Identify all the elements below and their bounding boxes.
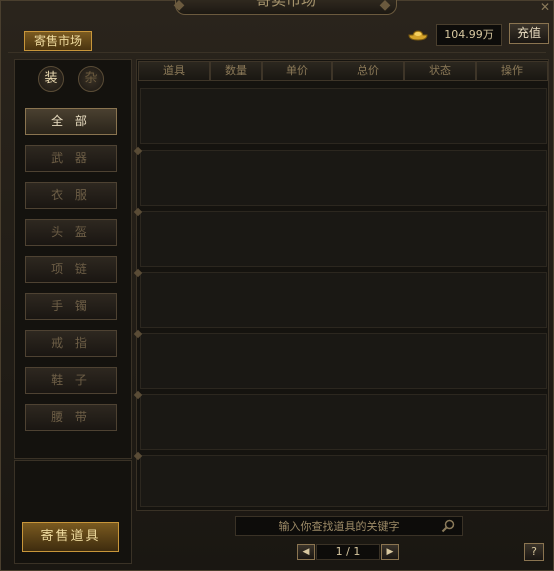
search-box <box>235 516 463 536</box>
close-icon[interactable]: ✕ <box>536 0 554 14</box>
toggle-misc[interactable]: 杂 <box>78 66 104 92</box>
recharge-button[interactable]: 充值 <box>509 23 549 44</box>
table-row[interactable] <box>140 394 547 450</box>
category-helmet[interactable]: 头 盔 <box>25 219 117 246</box>
category-all[interactable]: 全 部 <box>25 108 117 135</box>
category-ring[interactable]: 戒 指 <box>25 330 117 357</box>
category-shoes[interactable]: 鞋 子 <box>25 367 117 394</box>
column-header-action[interactable]: 操作 <box>476 61 548 81</box>
table-row[interactable] <box>140 455 547 507</box>
previous-page-button[interactable]: ◀ <box>297 544 315 560</box>
help-button[interactable]: ? <box>524 543 544 561</box>
category-weapon[interactable]: 武 器 <box>25 145 117 172</box>
category-necklace[interactable]: 项 链 <box>25 256 117 283</box>
column-header-status[interactable]: 状态 <box>404 61 476 81</box>
search-icon[interactable] <box>440 518 456 534</box>
title-ornament-right-icon: ◆ <box>379 0 391 13</box>
title-ornament-left-icon: ◆ <box>173 0 185 13</box>
header-divider <box>8 52 546 53</box>
tab-consignment-market[interactable]: 寄售市场 <box>24 31 92 51</box>
sell-item-button[interactable]: 寄售道具 <box>22 522 119 552</box>
table-row[interactable] <box>140 88 547 144</box>
column-header-quantity[interactable]: 数量 <box>210 61 262 81</box>
category-bracelet[interactable]: 手 镯 <box>25 293 117 320</box>
search-input[interactable] <box>242 517 436 535</box>
toggle-equipment[interactable]: 装 <box>38 66 64 92</box>
gold-balance: 104.99万 <box>436 24 502 46</box>
page-indicator: 1 / 1 <box>316 544 380 560</box>
window-title: 寄卖市场 <box>175 0 397 15</box>
currency-display: 104.99万 <box>408 24 502 46</box>
column-header-unit-price[interactable]: 单价 <box>262 61 332 81</box>
table-header: 道具 数量 单价 总价 状态 操作 <box>138 61 548 81</box>
next-page-button[interactable]: ▶ <box>381 544 399 560</box>
table-row[interactable] <box>140 150 547 206</box>
category-belt[interactable]: 腰 带 <box>25 404 117 431</box>
column-header-total-price[interactable]: 总价 <box>332 61 404 81</box>
table-row[interactable] <box>140 272 547 328</box>
table-row[interactable] <box>140 211 547 267</box>
column-header-item[interactable]: 道具 <box>138 61 210 81</box>
gold-ingot-icon <box>408 30 428 41</box>
table-row[interactable] <box>140 333 547 389</box>
category-armor[interactable]: 衣 服 <box>25 182 117 209</box>
